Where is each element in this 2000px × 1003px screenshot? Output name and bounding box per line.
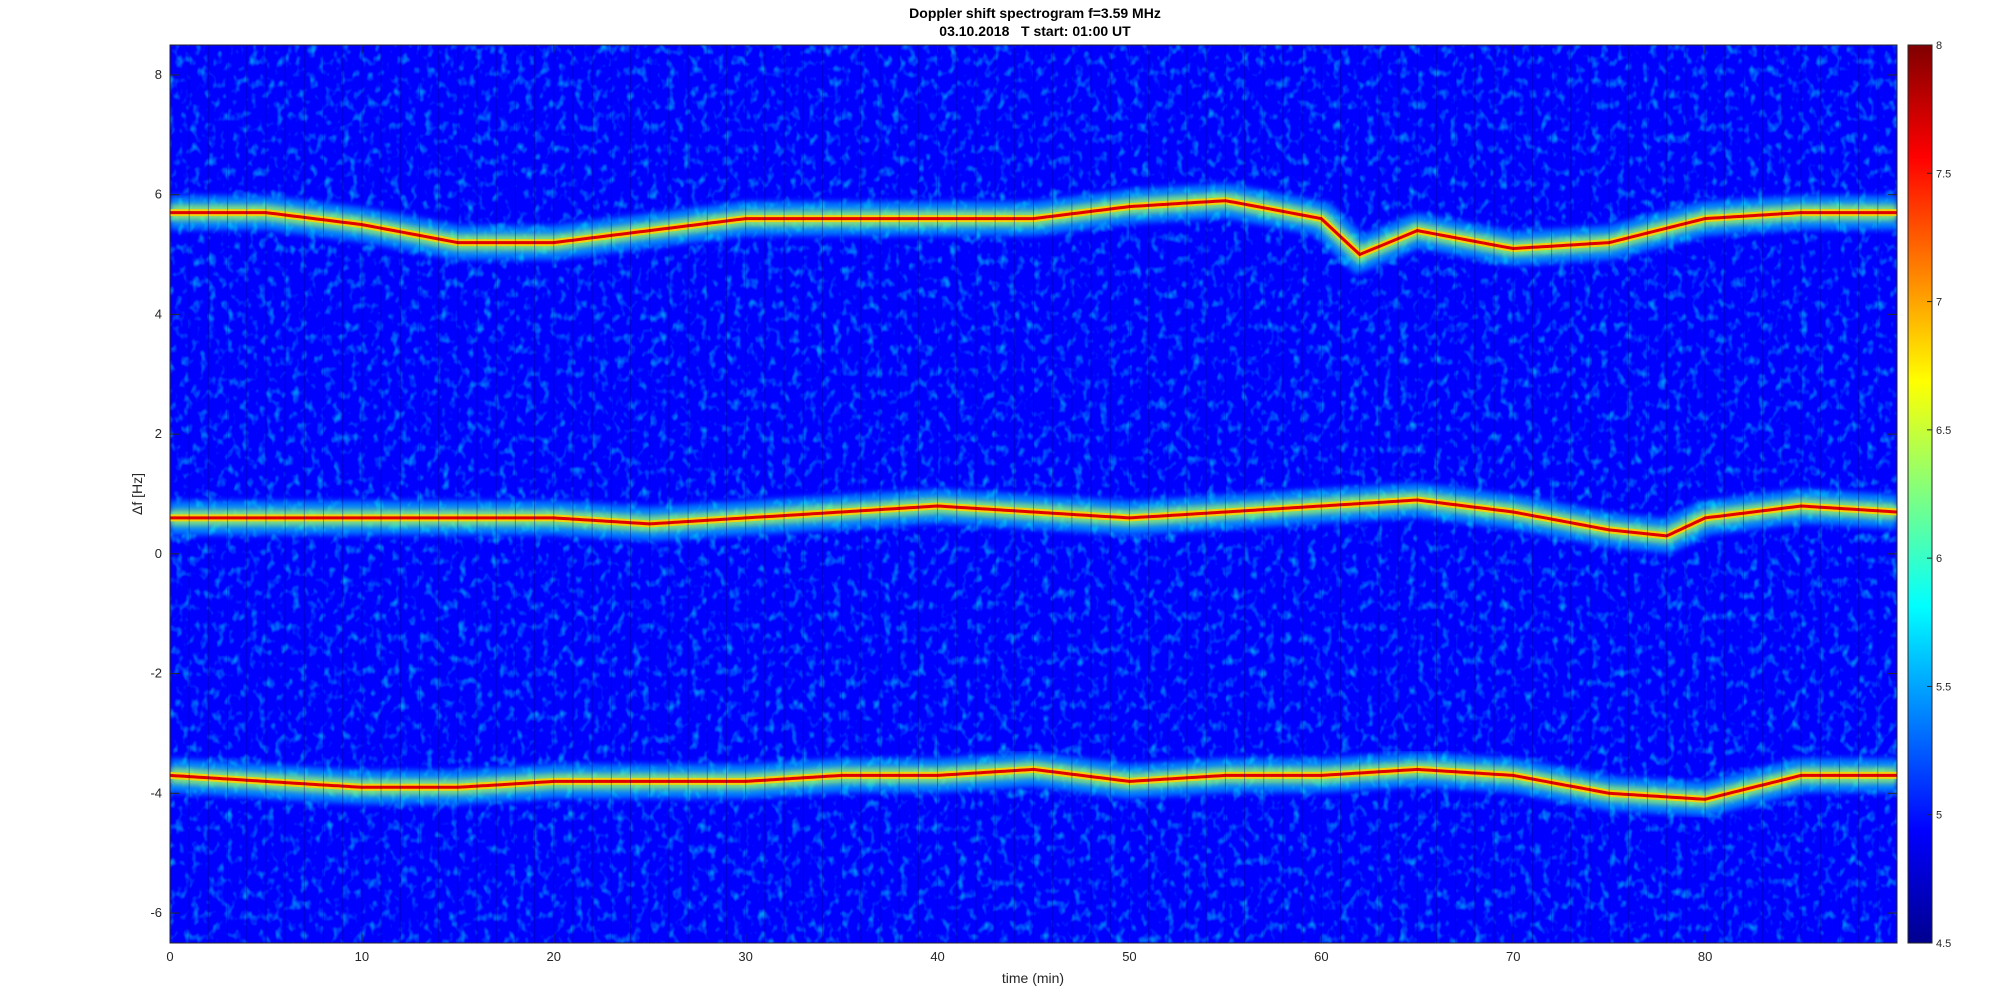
spectrogram-figure: 0 10 20 30 40 50 60 70 80 -6 -4 -2 0 2 4 6 8 4.5 5 5.5 6 6.… [129, 5, 1951, 986]
x-axis-label: time (min) [1002, 970, 1064, 986]
x-tick-label: 50 [1122, 949, 1136, 964]
x-tick-label: 80 [1698, 949, 1712, 964]
colorbar-tick-label: 7.5 [1936, 168, 1951, 180]
colorbar-tick-label: 5 [1936, 810, 1942, 822]
y-tick-label: 2 [155, 426, 162, 441]
x-tick-label: 20 [547, 949, 561, 964]
y-tick-label: -4 [150, 785, 162, 800]
colorbar-tick-label: 4.5 [1936, 938, 1951, 950]
x-tick-label: 10 [355, 949, 369, 964]
x-tick-label: 30 [738, 949, 752, 964]
chart-subtitle: 03.10.2018 T start: 01:00 UT [939, 23, 1131, 39]
x-tick-label: 70 [1506, 949, 1520, 964]
x-tick-label: 40 [930, 949, 944, 964]
y-tick-label: 8 [155, 67, 162, 82]
y-tick-label: -6 [150, 905, 162, 920]
colorbar-tick-label: 8 [1936, 40, 1942, 52]
colorbar: 4.5 5 5.5 6 6.5 7 7.5 8 [1907, 40, 1951, 950]
y-tick-label: 4 [155, 306, 162, 321]
y-tick-label: 6 [155, 187, 162, 202]
x-tick-label: 60 [1314, 949, 1328, 964]
x-tick-label: 0 [166, 949, 173, 964]
colorbar-tick-label: 5.5 [1936, 681, 1951, 693]
chart-title: Doppler shift spectrogram f=3.59 MHz [909, 5, 1161, 21]
y-tick-label: 0 [155, 546, 162, 561]
colorbar-scale [1907, 44, 1933, 944]
y-tick-label: -2 [150, 666, 162, 681]
colorbar-tick-label: 7 [1936, 297, 1942, 309]
y-axis-label: Δf [Hz] [129, 473, 145, 515]
colorbar-tick-label: 6.5 [1936, 425, 1951, 437]
colorbar-tick-label: 6 [1936, 553, 1942, 565]
plot-area [169, 44, 1898, 944]
